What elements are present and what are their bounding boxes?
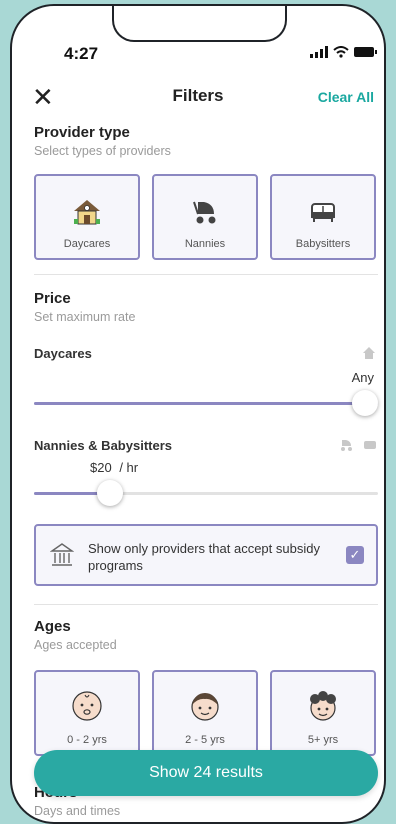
battery-icon	[354, 47, 377, 57]
price-amount: $20	[90, 460, 112, 475]
slider-fill	[34, 402, 378, 405]
daycares-price-label: Daycares	[34, 346, 92, 361]
clear-all-button[interactable]: Clear All	[318, 89, 374, 105]
provider-type-title: Provider type	[34, 124, 130, 141]
show-results-button[interactable]: Show 24 results	[34, 750, 378, 796]
status-time: 4:27	[64, 44, 99, 63]
age-card-0-2[interactable]: 0 - 2 yrs	[34, 670, 140, 756]
price-title: Price	[34, 290, 71, 307]
government-building-icon	[50, 543, 74, 566]
nannies-price-slider[interactable]	[34, 480, 378, 506]
baby-face-icon	[72, 691, 102, 721]
card-label: Nannies	[184, 238, 226, 250]
slider-thumb[interactable]	[352, 390, 378, 416]
daycares-price-slider[interactable]	[34, 390, 378, 416]
divider	[34, 274, 378, 275]
signal-icon	[310, 46, 328, 58]
age-card-5-plus[interactable]: 5+ yrs	[270, 670, 376, 756]
hours-subtitle: Days and times	[34, 804, 121, 818]
age-card-2-5[interactable]: 2 - 5 yrs	[152, 670, 258, 756]
status-icons	[310, 46, 377, 58]
ages-title: Ages	[34, 618, 71, 635]
house-icon	[74, 200, 100, 225]
child-face-icon	[310, 691, 336, 721]
phone-frame: 4:27 ✕ Filters Clear All Provider type S…	[10, 4, 386, 824]
subsidy-checkbox[interactable]: ✓	[346, 546, 364, 564]
stroller-icon	[193, 201, 216, 224]
daycares-price-value: Any	[351, 370, 374, 385]
house-icon	[363, 347, 375, 359]
filters-header: ✕ Filters Clear All	[12, 82, 384, 112]
notch	[112, 6, 287, 42]
slider-thumb[interactable]	[97, 480, 123, 506]
card-label: 2 - 5 yrs	[185, 734, 225, 746]
price-unit: / hr	[119, 460, 139, 475]
stroller-sofa-icons	[341, 440, 376, 451]
nannies-price-label: Nannies & Babysitters	[34, 438, 172, 453]
card-label: Daycares	[63, 238, 111, 250]
card-label: 5+ yrs	[307, 734, 339, 746]
provider-card-daycares[interactable]: Daycares	[34, 174, 140, 260]
provider-card-babysitters[interactable]: Babysitters	[270, 174, 376, 260]
subsidy-option[interactable]: Show only providers that accept subsidy …	[34, 524, 378, 586]
sofa-icon	[311, 203, 335, 222]
ages-subtitle: Ages accepted	[34, 638, 117, 652]
wifi-icon	[333, 46, 349, 58]
provider-card-nannies[interactable]: Nannies	[152, 174, 258, 260]
divider	[34, 604, 378, 605]
nannies-price-value: $20 / hr	[90, 460, 138, 475]
card-label: 0 - 2 yrs	[67, 734, 107, 746]
toddler-face-icon	[191, 693, 219, 721]
provider-type-subtitle: Select types of providers	[34, 144, 171, 158]
subsidy-text: Show only providers that accept subsidy …	[88, 541, 320, 573]
price-subtitle: Set maximum rate	[34, 310, 136, 324]
card-label: Babysitters	[295, 238, 351, 250]
